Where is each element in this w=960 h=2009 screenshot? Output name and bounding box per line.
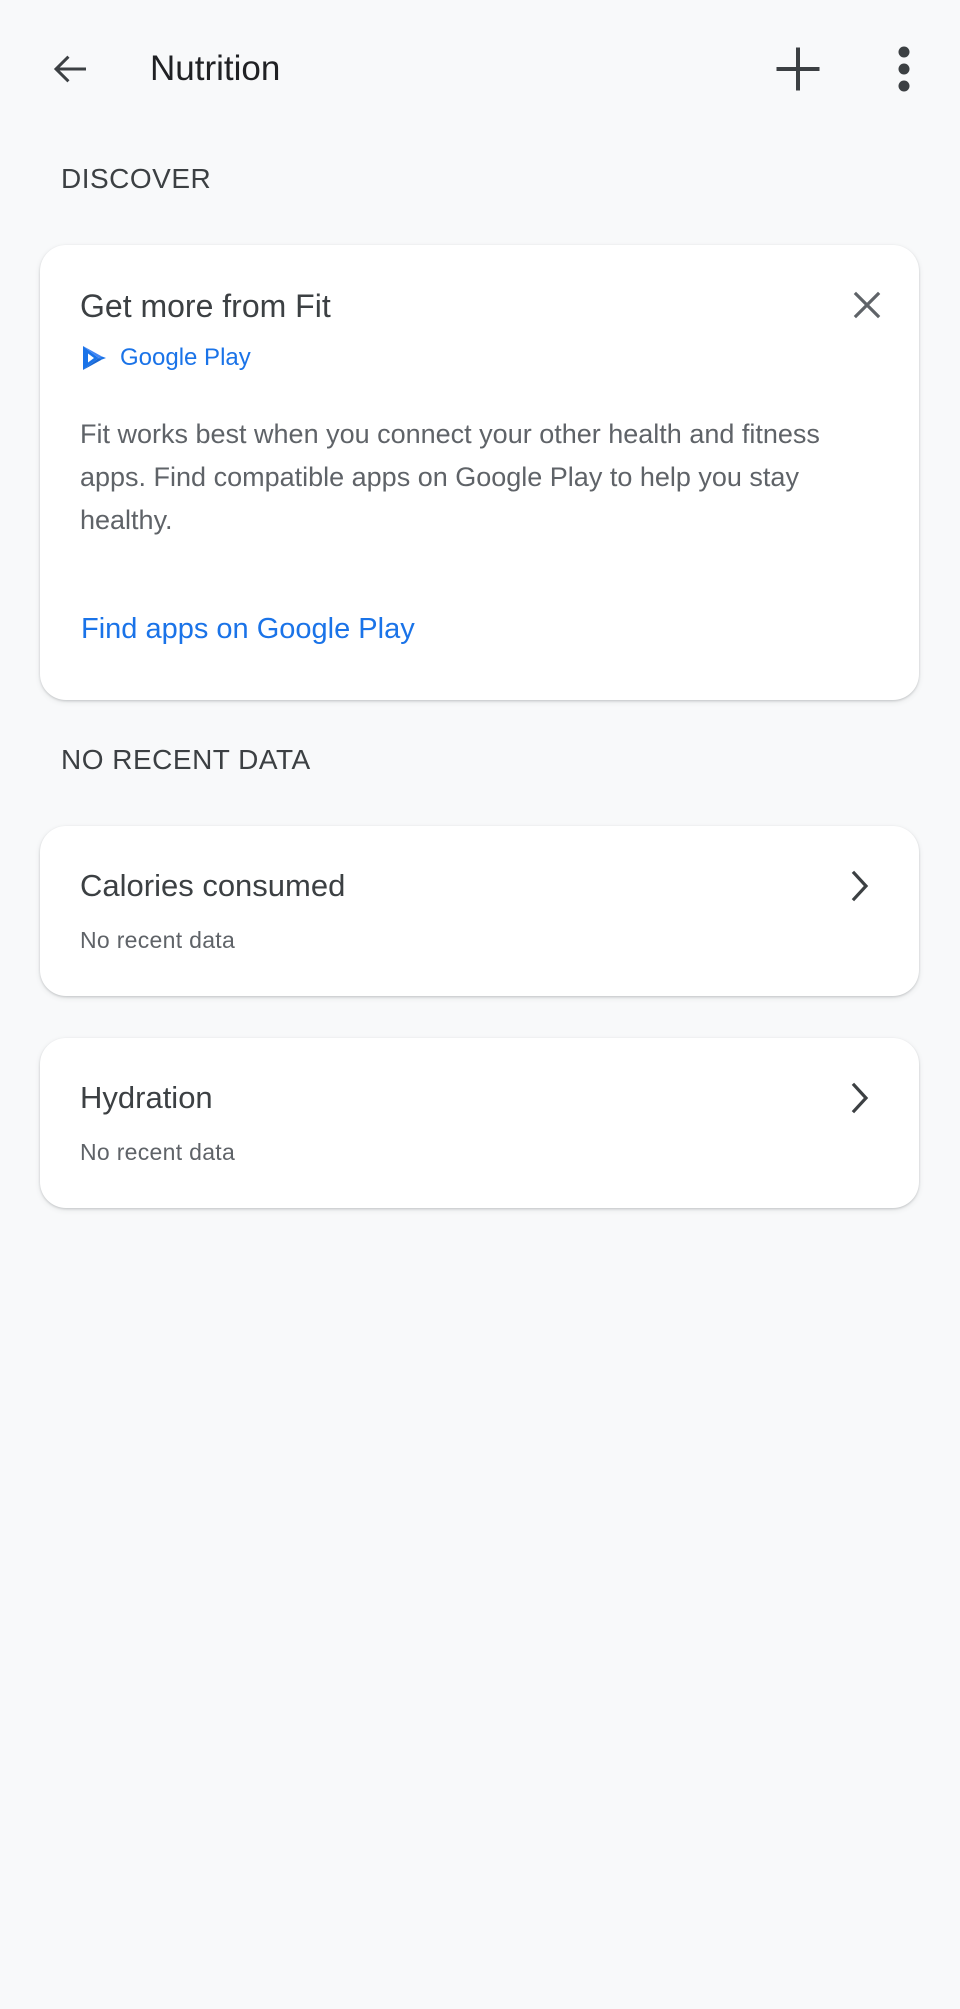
back-button[interactable] — [22, 21, 118, 117]
app-bar: Nutrition — [0, 0, 960, 138]
arrow-back-icon — [53, 55, 86, 83]
calories-consumed-card[interactable]: Calories consumed No recent data — [40, 826, 919, 996]
find-apps-link[interactable]: Find apps on Google Play — [81, 613, 415, 646]
more-vert-icon — [898, 46, 910, 92]
hydration-title: Hydration — [80, 1080, 213, 1115]
no-recent-data-section-label: NO RECENT DATA — [61, 744, 311, 775]
promo-description: Fit works best when you connect your oth… — [80, 419, 820, 535]
dismiss-button[interactable] — [843, 281, 891, 329]
google-play-icon — [83, 346, 106, 370]
discover-section-label: DISCOVER — [61, 163, 212, 194]
add-button[interactable] — [750, 21, 846, 117]
close-icon — [853, 291, 881, 319]
add-icon — [776, 47, 820, 91]
discover-card: Get more from Fit Google Play Fit works … — [40, 245, 919, 700]
calories-consumed-status: No recent data — [80, 927, 236, 953]
page-title: Nutrition — [150, 49, 281, 88]
google-play-label: Google Play — [120, 344, 251, 371]
hydration-status: No recent data — [80, 1139, 236, 1165]
chevron-right-icon — [843, 1078, 877, 1118]
promo-title: Get more from Fit — [80, 288, 331, 324]
google-play-source: Google Play — [80, 344, 251, 372]
calories-consumed-title: Calories consumed — [80, 868, 346, 903]
more-options-button[interactable] — [856, 21, 952, 117]
hydration-card[interactable]: Hydration No recent data — [40, 1038, 919, 1208]
chevron-right-icon — [843, 866, 877, 906]
